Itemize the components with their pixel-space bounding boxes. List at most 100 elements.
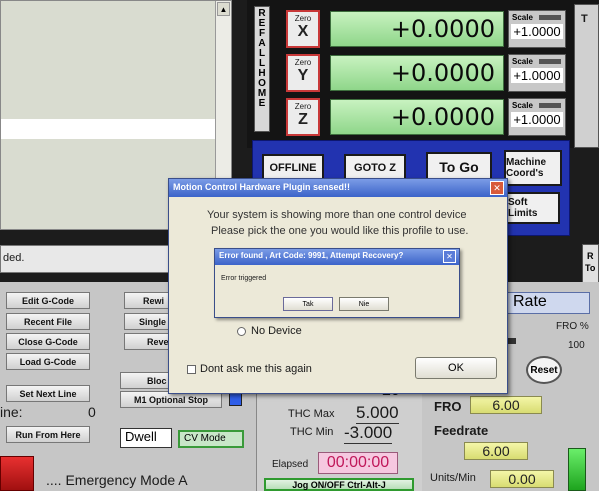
dont-ask-checkbox[interactable] <box>187 365 196 374</box>
elapsed-display: 00:00:00 <box>318 452 398 474</box>
thc-max-label: THC Max <box>288 408 335 420</box>
thc-panel <box>256 384 422 491</box>
scale-indicator <box>539 59 561 64</box>
ok-button[interactable]: OK <box>415 357 497 379</box>
thc-max-value[interactable]: 5.000 <box>356 403 399 424</box>
units-min-display[interactable]: 0.00 <box>490 470 554 488</box>
right-partial-button[interactable]: R To <box>582 244 599 284</box>
load-gcode-button[interactable]: Load G-Code <box>6 353 90 370</box>
axis-letter: Y <box>297 67 309 84</box>
scale-y[interactable]: Scale +1.0000 <box>508 54 566 92</box>
right-partial-to: To <box>585 263 596 273</box>
zero-y-button[interactable]: Zero Y <box>286 54 320 92</box>
no-device-label: No Device <box>251 325 302 337</box>
zero-label: Zero <box>294 102 312 111</box>
scale-x[interactable]: Scale +1.0000 <box>508 10 566 48</box>
machine-coords-button[interactable]: Machine Coord's <box>504 150 562 186</box>
spindle-green-bar <box>568 448 586 491</box>
reset-button[interactable]: Reset <box>526 356 562 384</box>
dro-z-value[interactable]: +0.0000 <box>330 99 504 135</box>
edit-gcode-label: Edit G-Code <box>22 295 74 306</box>
line-value: 0 <box>88 404 96 420</box>
dro-x-text: +0.0000 <box>390 15 495 43</box>
scale-indicator <box>539 15 561 20</box>
error-no-button[interactable]: Nie <box>339 297 389 311</box>
rewind-button[interactable]: Rewi <box>124 292 170 309</box>
top-right-label: T <box>581 13 588 25</box>
fro-display[interactable]: 6.00 <box>470 396 542 414</box>
dont-ask-label: Dont ask me this again <box>200 363 312 375</box>
axis-letter: Z <box>298 111 308 128</box>
plugin-dialog-message-2: Please pick the one you would like this … <box>211 225 469 237</box>
error-dialog: Error found , Art Code: 9991, Attempt Re… <box>214 248 460 318</box>
estop-button[interactable] <box>0 456 34 491</box>
no-device-radio[interactable] <box>237 327 246 336</box>
close-icon[interactable]: ✕ <box>443 250 456 263</box>
set-next-line-button[interactable]: Set Next Line <box>6 385 90 402</box>
thc-min-value[interactable]: -3.000 <box>344 423 393 444</box>
recent-file-button[interactable]: Recent File <box>6 313 90 330</box>
emergency-mode-text: .... Emergency Mode A <box>46 472 188 488</box>
close-icon[interactable]: ✕ <box>490 181 504 195</box>
recent-file-label: Recent File <box>23 316 72 327</box>
edit-gcode-button[interactable]: Edit G-Code <box>6 292 90 309</box>
cv-mode-label: CV Mode <box>184 433 226 444</box>
feedrate-label: Feedrate <box>434 423 489 438</box>
close-gcode-button[interactable]: Close G-Code <box>6 333 90 350</box>
top-right-panel: T <box>574 4 599 148</box>
zero-label: Zero <box>294 14 312 23</box>
block-delete-label: Bloc <box>147 375 167 386</box>
single-block-button[interactable]: Single <box>124 313 170 330</box>
goto-z-label: GOTO Z <box>354 162 396 174</box>
axis-letter: X <box>297 23 309 40</box>
m1-optional-stop-label: M1 Optional Stop <box>134 394 208 405</box>
zero-label: Zero <box>294 58 312 67</box>
feed-rate-header: l Rate <box>500 292 590 314</box>
set-next-line-label: Set Next Line <box>19 388 77 399</box>
plugin-dialog-titlebar: Motion Control Hardware Plugin sensed!! … <box>169 179 507 197</box>
zero-x-button[interactable]: Zero X <box>286 10 320 48</box>
toolpath-highlight-band <box>1 119 215 139</box>
elapsed-value: 00:00:00 <box>326 454 390 471</box>
elapsed-label: Elapsed <box>272 459 309 470</box>
error-message: Error triggered <box>221 275 267 282</box>
reverse-run-button[interactable]: Reve <box>124 333 170 350</box>
error-yes-button[interactable]: Tak <box>283 297 333 311</box>
status-text: ded. <box>3 252 25 264</box>
error-no-label: Nie <box>358 300 370 308</box>
cv-mode-indicator[interactable]: CV Mode <box>178 430 244 448</box>
dro-x-value[interactable]: +0.0000 <box>330 11 504 47</box>
fro-percent-value: 100 <box>568 340 585 351</box>
offline-label: OFFLINE <box>269 162 317 174</box>
line-label: ine: <box>0 404 23 420</box>
plugin-dialog-message-1: Your system is showing more than one con… <box>207 209 467 221</box>
zero-z-button[interactable]: Zero Z <box>286 98 320 136</box>
feedrate-display[interactable]: 6.00 <box>464 442 528 460</box>
run-from-here-button[interactable]: Run From Here <box>6 426 90 443</box>
dro-y-value[interactable]: +0.0000 <box>330 55 504 91</box>
error-dialog-titlebar: Error found , Art Code: 9991, Attempt Re… <box>215 249 459 265</box>
load-gcode-label: Load G-Code <box>19 356 77 367</box>
error-dialog-title: Error found , Art Code: 9991, Attempt Re… <box>219 251 404 260</box>
dwell-field[interactable]: Dwell <box>120 428 172 448</box>
close-icon-glyph: ✕ <box>446 252 453 261</box>
single-block-label: Single <box>139 316 167 327</box>
block-delete-button[interactable]: Bloc <box>120 372 172 389</box>
jog-toggle-button[interactable]: Jog ON/OFF Ctrl-Alt-J <box>264 478 414 491</box>
close-icon-glyph: ✕ <box>493 183 501 193</box>
to-go-label: To Go <box>439 159 479 175</box>
scale-z[interactable]: Scale +1.0000 <box>508 98 566 136</box>
feed-rate-title: l Rate <box>505 293 547 310</box>
ref-all-home-button[interactable]: R E F A L L H O M E <box>254 6 270 132</box>
ref-letter: E <box>258 98 266 109</box>
scale-value: +1.0000 <box>511 24 563 39</box>
units-min-label: Units/Min <box>430 472 476 484</box>
feedrate-value: 6.00 <box>482 443 510 459</box>
soft-limits-label: Soft Limits <box>508 197 538 219</box>
scale-value: +1.0000 <box>511 112 563 127</box>
close-gcode-label: Close G-Code <box>18 336 78 347</box>
plugin-dialog-title: Motion Control Hardware Plugin sensed!! <box>173 182 351 192</box>
scroll-up-icon[interactable]: ▲ <box>217 2 230 16</box>
error-yes-label: Tak <box>302 300 314 308</box>
soft-limits-button[interactable]: Soft Limits <box>506 192 560 224</box>
